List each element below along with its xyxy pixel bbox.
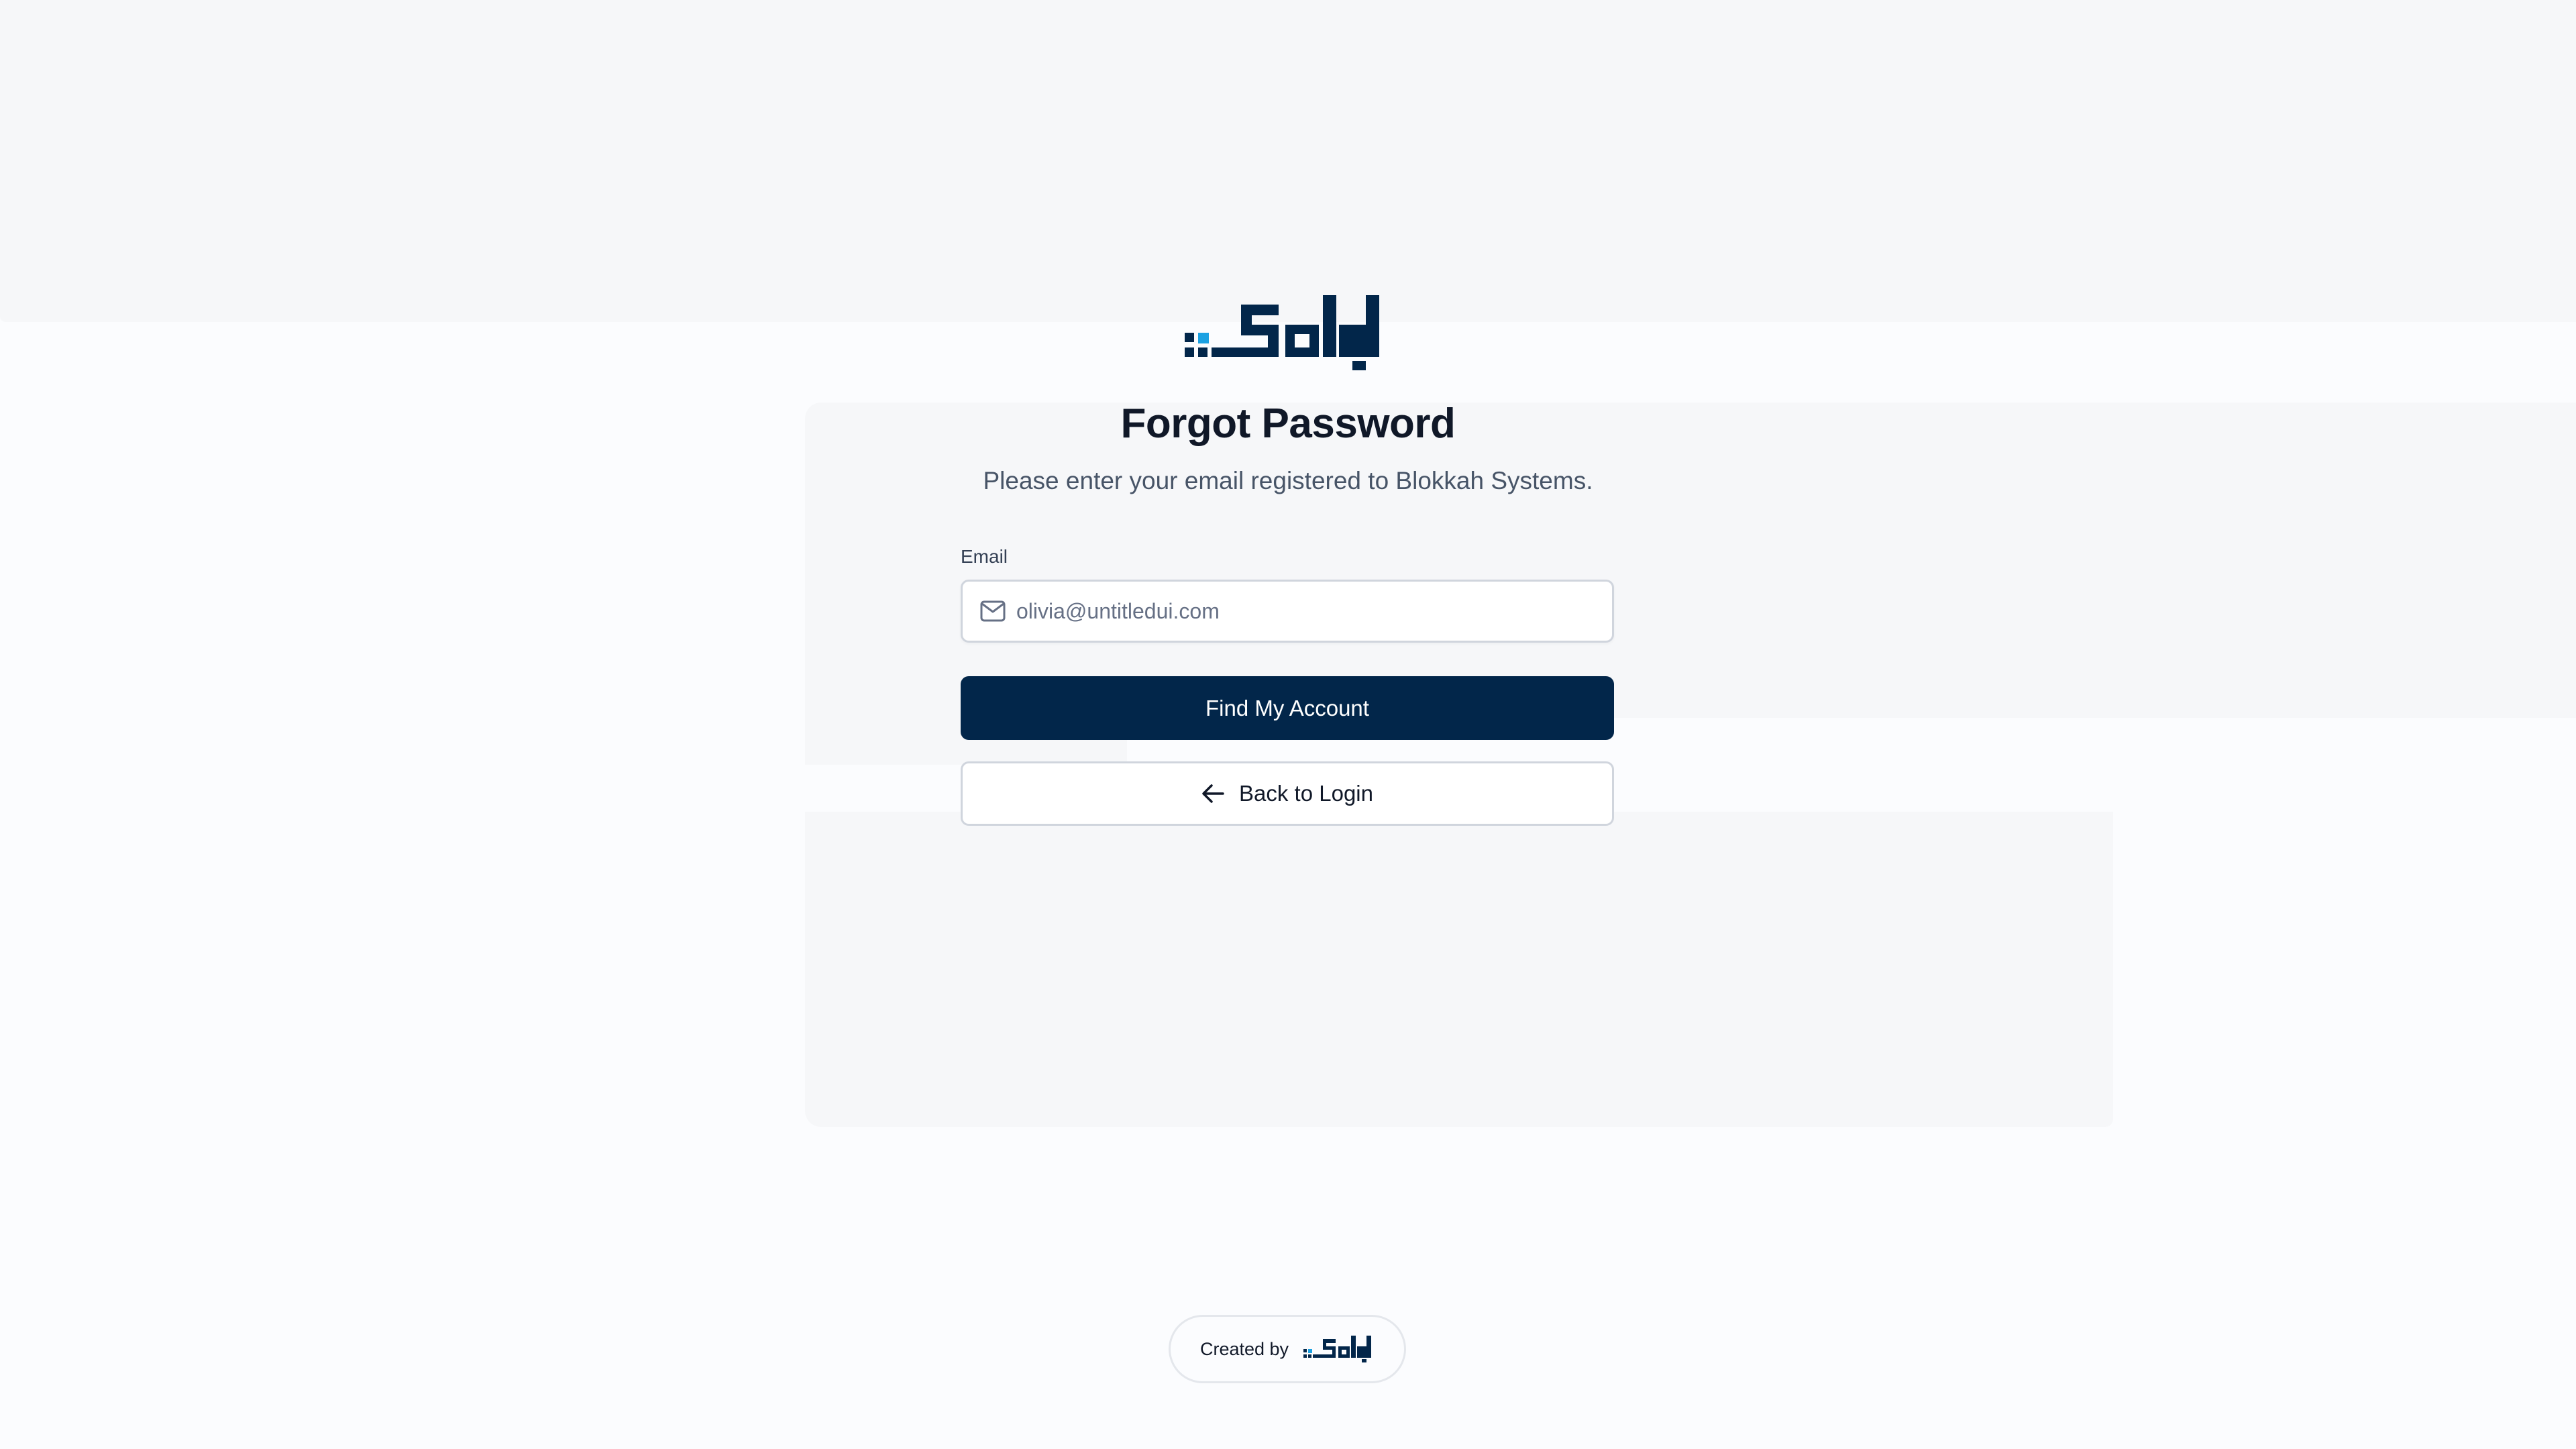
find-my-account-button[interactable]: Find My Account (961, 676, 1614, 740)
back-to-login-label: Back to Login (1239, 781, 1373, 806)
find-my-account-label: Find My Account (1205, 695, 1369, 720)
email-label: Email (961, 546, 1008, 567)
mail-icon (980, 600, 1006, 622)
blokkah-logo-icon (1303, 1336, 1372, 1362)
arrow-left-icon (1202, 784, 1224, 803)
email-input[interactable] (1016, 582, 1593, 641)
page-title: Forgot Password (1120, 400, 1456, 447)
created-by-badge[interactable]: Created by (1169, 1315, 1406, 1383)
forgot-password-form-container: Forgot Password Please enter your email … (0, 0, 2576, 1449)
forgot-password-page: Forgot Password Please enter your email … (0, 0, 2576, 1449)
created-by-label: Created by (1199, 1338, 1289, 1359)
page-subtitle: Please enter your email registered to Bl… (983, 467, 1593, 494)
blokkah-logo-icon (1185, 295, 1379, 370)
email-field-wrapper (961, 580, 1614, 643)
back-to-login-button[interactable]: Back to Login (961, 761, 1614, 826)
